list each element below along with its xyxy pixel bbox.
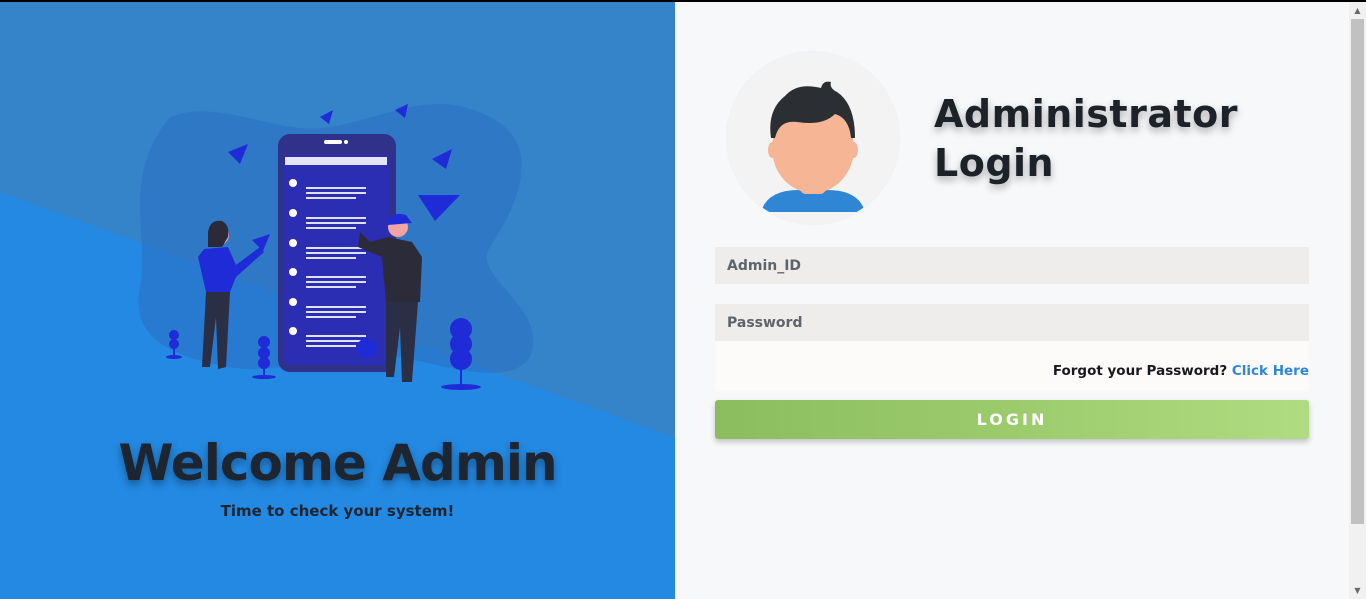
- welcome-panel: Welcome Admin Time to check your system!: [0, 2, 675, 599]
- password-input[interactable]: [715, 304, 1309, 341]
- login-button[interactable]: LOGIN: [715, 400, 1309, 439]
- login-page: Welcome Admin Time to check your system!…: [0, 2, 1366, 599]
- login-heading: Administrator Login: [934, 90, 1294, 188]
- admin-id-input[interactable]: [715, 247, 1309, 284]
- forgot-password-link[interactable]: Click Here: [1232, 363, 1309, 379]
- login-heading-line1: Administrator: [934, 92, 1238, 136]
- scroll-up-arrow-icon[interactable]: ▲: [1349, 2, 1366, 19]
- admin-illustration: [138, 104, 534, 390]
- page-scrollbar[interactable]: ▲ ▼: [1349, 2, 1366, 599]
- forgot-password: Forgot your Password? Click Here: [1053, 363, 1309, 379]
- forgot-password-text: Forgot your Password?: [1052, 363, 1228, 379]
- forgot-password-row: Forgot your Password? Click Here: [715, 341, 1309, 391]
- paper-plane-icon: [320, 110, 333, 124]
- scroll-down-arrow-icon[interactable]: ▼: [1349, 582, 1366, 599]
- login-panel: Administrator Login Forgot your Password…: [675, 2, 1349, 599]
- user-avatar-icon: [727, 52, 899, 224]
- scroll-thumb[interactable]: [1351, 19, 1364, 524]
- login-heading-line2: Login: [934, 141, 1055, 185]
- welcome-title: Welcome Admin: [118, 434, 557, 492]
- welcome-subtitle: Time to check your system!: [220, 502, 455, 520]
